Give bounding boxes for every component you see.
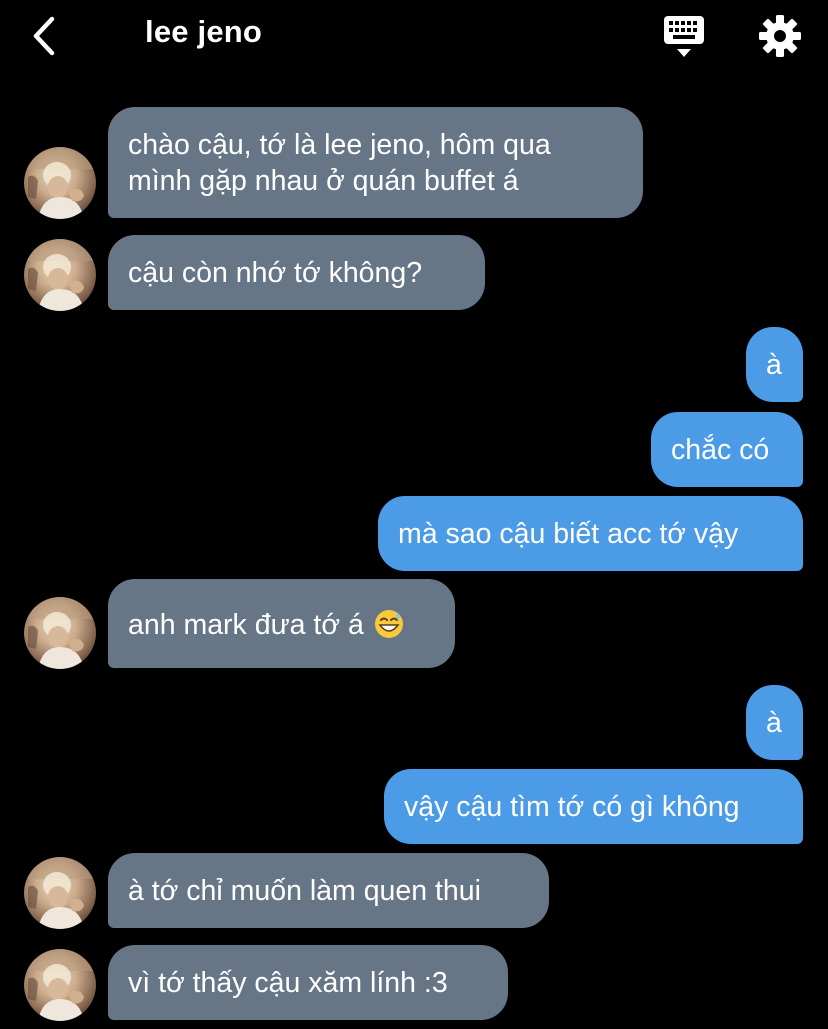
message-bubble-incoming[interactable]: vì tớ thấy cậu xăm lính :3 bbox=[108, 945, 508, 1020]
grinning-sweat-emoji-icon bbox=[374, 610, 403, 638]
avatar[interactable] bbox=[24, 597, 96, 669]
contact-name[interactable]: lee jeno bbox=[145, 14, 262, 50]
message-bubble-incoming[interactable]: cậu còn nhớ tớ không? bbox=[108, 235, 485, 310]
avatar-photo bbox=[24, 949, 96, 1021]
message-text: vì tớ thấy cậu xăm lính :3 bbox=[128, 967, 448, 999]
message-bubble-outgoing[interactable]: à bbox=[746, 327, 803, 402]
message-bubble-incoming[interactable]: anh mark đưa tớ á bbox=[108, 579, 455, 668]
message-text: mình gặp nhau ở quán buffet á bbox=[128, 165, 519, 197]
gear-icon bbox=[759, 15, 801, 57]
settings-button[interactable] bbox=[756, 12, 804, 60]
message-bubble-outgoing[interactable]: vậy cậu tìm tớ có gì không bbox=[384, 769, 803, 844]
keyboard-button[interactable] bbox=[660, 14, 708, 60]
message-text: à bbox=[766, 707, 782, 739]
message-text: cậu còn nhớ tớ không? bbox=[128, 257, 423, 289]
avatar[interactable] bbox=[24, 239, 96, 311]
message-bubble-outgoing[interactable]: à bbox=[746, 685, 803, 760]
avatar-photo bbox=[24, 147, 96, 219]
message-text: chào cậu, tớ là lee jeno, hôm qua bbox=[128, 129, 551, 161]
avatar[interactable] bbox=[24, 857, 96, 929]
message-text: mà sao cậu biết acc tớ vậy bbox=[398, 518, 739, 550]
avatar-photo bbox=[24, 239, 96, 311]
keyboard-icon bbox=[664, 16, 704, 57]
message-bubble-incoming[interactable]: chào cậu, tớ là lee jeno, hôm qua mình g… bbox=[108, 107, 643, 218]
avatar-photo bbox=[24, 597, 96, 669]
message-text: anh mark đưa tớ á bbox=[128, 609, 364, 641]
message-list[interactable]: chào cậu, tớ là lee jeno, hôm qua mình g… bbox=[0, 0, 828, 1029]
message-text: vậy cậu tìm tớ có gì không bbox=[404, 791, 740, 823]
message-text: à tớ chỉ muốn làm quen thui bbox=[128, 875, 481, 907]
message-bubble-outgoing[interactable]: chắc có bbox=[651, 412, 803, 487]
chat-header: lee jeno bbox=[0, 0, 828, 72]
avatar[interactable] bbox=[24, 949, 96, 1021]
avatar-photo bbox=[24, 857, 96, 929]
avatar[interactable] bbox=[24, 147, 96, 219]
message-bubble-incoming[interactable]: à tớ chỉ muốn làm quen thui bbox=[108, 853, 549, 928]
message-text: à bbox=[766, 349, 782, 381]
message-bubble-outgoing[interactable]: mà sao cậu biết acc tớ vậy bbox=[378, 496, 803, 571]
chevron-left-icon bbox=[33, 16, 55, 56]
back-button[interactable] bbox=[22, 10, 66, 62]
message-text: chắc có bbox=[671, 434, 770, 466]
